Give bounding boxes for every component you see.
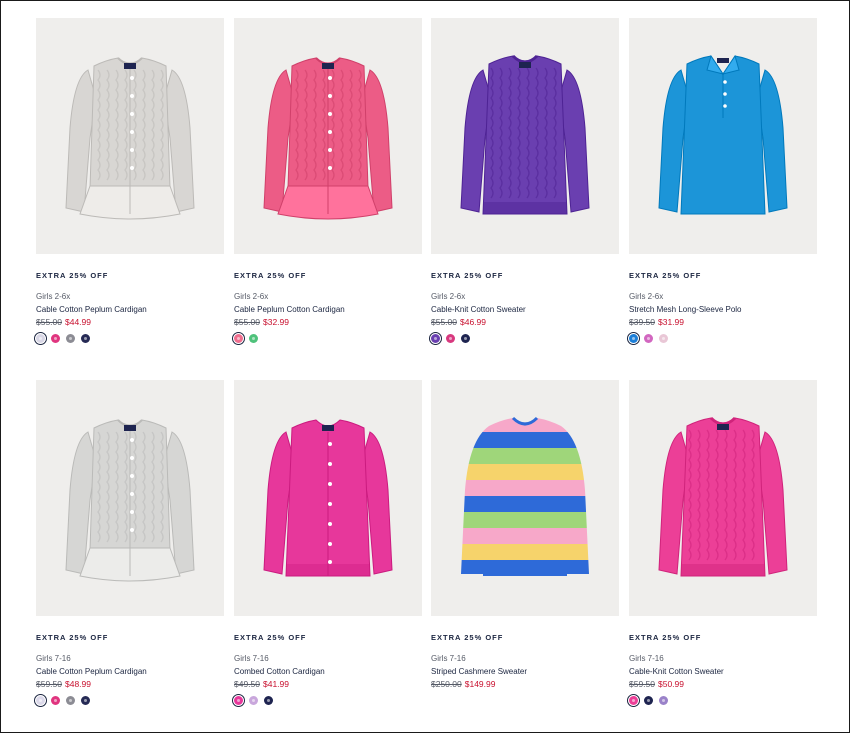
product-name-link[interactable]: Stretch Mesh Long-Sleeve Polo [629, 305, 742, 314]
original-price: $49.50 [234, 679, 260, 689]
color-swatch[interactable] [264, 696, 273, 705]
product-name-link[interactable]: Cable Cotton Peplum Cardigan [36, 667, 147, 676]
sale-price: $50.99 [658, 679, 684, 689]
color-swatches [34, 694, 90, 707]
color-swatch[interactable] [232, 332, 245, 345]
product-image[interactable] [431, 380, 619, 616]
original-price: $59.50 [36, 679, 62, 689]
product-category: Girls 7-16 [629, 654, 664, 663]
product-card[interactable]: EXTRA 25% OFF Girls 7-16 Cable Cotton Pepl… [34, 380, 224, 710]
color-swatch[interactable] [659, 696, 668, 705]
product-card[interactable]: EXTRA 25% OFF Girls 2-6x Cable-Knit Cotton… [429, 18, 619, 348]
product-category: Girls 7-16 [234, 654, 269, 663]
product-prices: $49.50 $41.99 [234, 679, 289, 689]
color-swatch[interactable] [627, 694, 640, 707]
promo-badge: EXTRA 25% OFF [629, 271, 702, 280]
page-frame: EXTRA 25% OFF Girls 2-6x Cable Cotton Pepl… [0, 0, 850, 733]
product-name-link[interactable]: Combed Cotton Cardigan [234, 667, 325, 676]
product-category: Girls 2-6x [234, 292, 269, 301]
promo-badge: EXTRA 25% OFF [234, 271, 307, 280]
color-swatch[interactable] [446, 334, 455, 343]
product-card[interactable]: EXTRA 25% OFF Girls 7-16 Striped Cashmere … [431, 380, 619, 710]
promo-badge: EXTRA 25% OFF [234, 633, 307, 642]
color-swatches [627, 332, 668, 345]
original-price: $55.00 [36, 317, 62, 327]
original-price: $59.50 [629, 679, 655, 689]
color-swatch[interactable] [232, 694, 245, 707]
product-prices: $250.00 $149.99 [431, 679, 495, 689]
product-name-link[interactable]: Striped Cashmere Sweater [431, 667, 527, 676]
product-category: Girls 7-16 [36, 654, 71, 663]
color-swatch[interactable] [249, 696, 258, 705]
product-name-link[interactable]: Cable-Knit Cotton Sweater [629, 667, 724, 676]
sale-price: $41.99 [263, 679, 289, 689]
product-image[interactable] [629, 18, 817, 254]
color-swatch[interactable] [51, 334, 60, 343]
product-name-link[interactable]: Cable Peplum Cotton Cardigan [234, 305, 345, 314]
promo-badge: EXTRA 25% OFF [629, 633, 702, 642]
product-card[interactable]: EXTRA 25% OFF Girls 2-6x Stretch Mesh Long… [627, 18, 817, 348]
color-swatches [232, 694, 273, 707]
promo-badge: EXTRA 25% OFF [36, 633, 109, 642]
product-category: Girls 2-6x [629, 292, 664, 301]
color-swatch[interactable] [644, 334, 653, 343]
color-swatch[interactable] [66, 334, 75, 343]
product-prices: $55.00 $46.99 [431, 317, 486, 327]
product-card[interactable]: EXTRA 25% OFF Girls 7-16 Cable-Knit Cotton… [627, 380, 817, 710]
original-price: $39.50 [629, 317, 655, 327]
original-price: $250.00 [431, 679, 462, 689]
color-swatch[interactable] [429, 332, 442, 345]
sale-price: $44.99 [65, 317, 91, 327]
product-prices: $39.50 $31.99 [629, 317, 684, 327]
product-prices: $55.00 $32.99 [234, 317, 289, 327]
product-image[interactable] [431, 18, 619, 254]
product-category: Girls 2-6x [431, 292, 466, 301]
color-swatches [429, 332, 470, 345]
sale-price: $149.99 [464, 679, 496, 689]
original-price: $55.00 [431, 317, 457, 327]
product-prices: $59.50 $48.99 [36, 679, 91, 689]
color-swatch[interactable] [659, 334, 668, 343]
color-swatch[interactable] [249, 334, 258, 343]
product-card[interactable]: EXTRA 25% OFF Girls 2-6x Cable Peplum Cott… [232, 18, 422, 348]
product-prices: $55.00 $44.99 [36, 317, 91, 327]
color-swatch[interactable] [34, 694, 47, 707]
product-category: Girls 2-6x [36, 292, 71, 301]
product-image[interactable] [36, 380, 224, 616]
product-card[interactable]: EXTRA 25% OFF Girls 7-16 Combed Cotton Car… [232, 380, 422, 710]
product-image[interactable] [234, 380, 422, 616]
color-swatch[interactable] [644, 696, 653, 705]
product-image[interactable] [629, 380, 817, 616]
color-swatches [232, 332, 258, 345]
color-swatch[interactable] [51, 696, 60, 705]
original-price: $55.00 [234, 317, 260, 327]
color-swatches [627, 694, 668, 707]
product-name-link[interactable]: Cable-Knit Cotton Sweater [431, 305, 526, 314]
color-swatch[interactable] [34, 332, 47, 345]
color-swatch[interactable] [81, 696, 90, 705]
color-swatch[interactable] [627, 332, 640, 345]
color-swatch[interactable] [461, 334, 470, 343]
promo-badge: EXTRA 25% OFF [431, 633, 504, 642]
product-image[interactable] [234, 18, 422, 254]
product-category: Girls 7-16 [431, 654, 466, 663]
color-swatches [34, 332, 90, 345]
product-image[interactable] [36, 18, 224, 254]
promo-badge: EXTRA 25% OFF [36, 271, 109, 280]
promo-badge: EXTRA 25% OFF [431, 271, 504, 280]
color-swatch[interactable] [66, 696, 75, 705]
sale-price: $32.99 [263, 317, 289, 327]
product-name-link[interactable]: Cable Cotton Peplum Cardigan [36, 305, 147, 314]
sale-price: $46.99 [460, 317, 486, 327]
product-card[interactable]: EXTRA 25% OFF Girls 2-6x Cable Cotton Pepl… [34, 18, 224, 348]
sale-price: $31.99 [658, 317, 684, 327]
product-prices: $59.50 $50.99 [629, 679, 684, 689]
sale-price: $48.99 [65, 679, 91, 689]
color-swatch[interactable] [81, 334, 90, 343]
